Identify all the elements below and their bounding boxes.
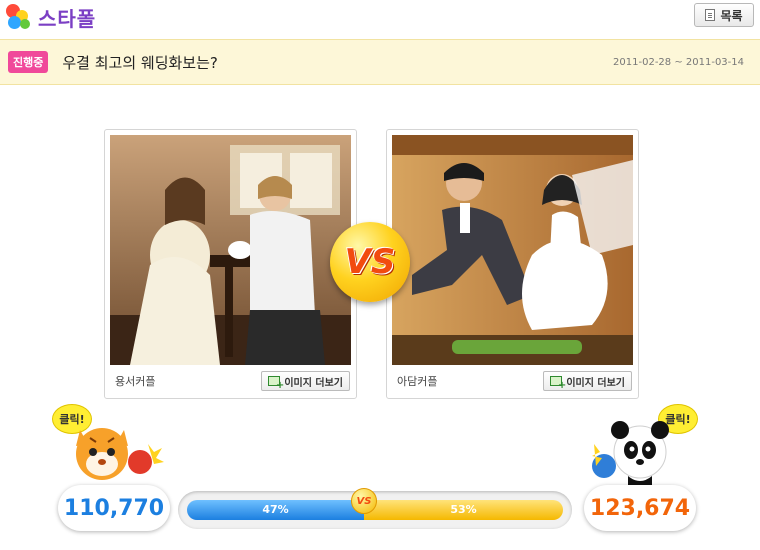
list-button-label: 목록 [720, 8, 743, 23]
vote-ratio-left-fill: 47% [187, 500, 364, 520]
more-images-label-left: 이미지 더보기 [284, 377, 343, 389]
vote-count-right[interactable]: 123,674 [584, 485, 696, 531]
tiger-mascot-icon[interactable]: 클릭! [50, 402, 170, 492]
starpoll-logo[interactable]: 스타폴 [4, 2, 96, 32]
image-plus-icon [550, 376, 566, 391]
poll-title-bar: 진행중 우결 최고의 웨딩화보는? 2011-02-28 ~ 2011-03-1… [0, 39, 760, 85]
more-images-button-right[interactable]: 이미지 더보기 [543, 371, 632, 391]
image-plus-icon [268, 376, 284, 391]
logo-balls-icon [4, 2, 36, 32]
candidate-photo-right[interactable] [392, 135, 633, 365]
vote-count-left-value: 110,770 [63, 495, 165, 521]
candidate-name-left: 용서커플 [115, 375, 156, 388]
candidate-footer-left: 용서커플 이미지 더보기 [115, 370, 350, 392]
candidate-photo-left[interactable] [110, 135, 351, 365]
versus-small-icon: VS [351, 488, 377, 514]
versus-label: VS [344, 242, 396, 282]
candidate-card-right: 아담커플 이미지 더보기 [386, 129, 639, 399]
vote-ratio-left-label: 47% [262, 503, 289, 516]
poll-date-range: 2011-02-28 ~ 2011-03-14 [613, 56, 744, 68]
versus-badge: VS [330, 222, 410, 302]
vote-count-right-value: 123,674 [589, 495, 691, 521]
vote-ratio-bar: 47% 53% VS [178, 488, 572, 529]
versus-small-label: VS [356, 495, 372, 507]
panda-mascot-icon[interactable]: 클릭! [580, 402, 700, 492]
document-icon [705, 9, 716, 21]
more-images-label-right: 이미지 더보기 [566, 377, 625, 389]
list-button[interactable]: 목록 [694, 3, 754, 27]
candidate-footer-right: 아담커플 이미지 더보기 [397, 370, 632, 392]
status-badge: 진행중 [8, 51, 49, 73]
poll-page: 스타폴 목록 진행중 우결 최고의 웨딩화보는? 2011-02-28 ~ 20… [0, 0, 760, 550]
candidate-name-right: 아담커플 [397, 375, 438, 388]
more-images-button-left[interactable]: 이미지 더보기 [261, 371, 350, 391]
vote-count-left[interactable]: 110,770 [58, 485, 170, 531]
candidate-card-left: 용서커플 이미지 더보기 [104, 129, 357, 399]
logo-text: 스타폴 [38, 6, 97, 31]
poll-title: 우결 최고의 웨딩화보는? [62, 53, 218, 72]
vote-ratio-right-label: 53% [450, 503, 477, 516]
vote-ratio-right-fill: 53% [364, 500, 563, 520]
